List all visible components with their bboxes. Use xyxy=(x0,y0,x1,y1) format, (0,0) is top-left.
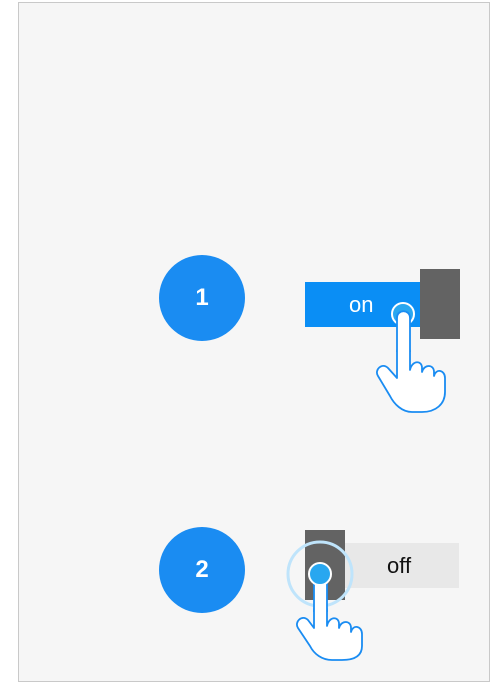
pointing-hand-icon xyxy=(376,302,446,413)
step-badge-2: 2 xyxy=(159,527,245,613)
toggle-label-on: on xyxy=(349,292,374,317)
toggle-label-off: off xyxy=(387,553,412,578)
touch-point-icon xyxy=(308,562,332,586)
pointing-hand-icon xyxy=(286,540,363,661)
step-number-2: 2 xyxy=(195,556,209,583)
step-number-1: 1 xyxy=(195,284,209,311)
step-badge-1: 1 xyxy=(159,255,245,341)
